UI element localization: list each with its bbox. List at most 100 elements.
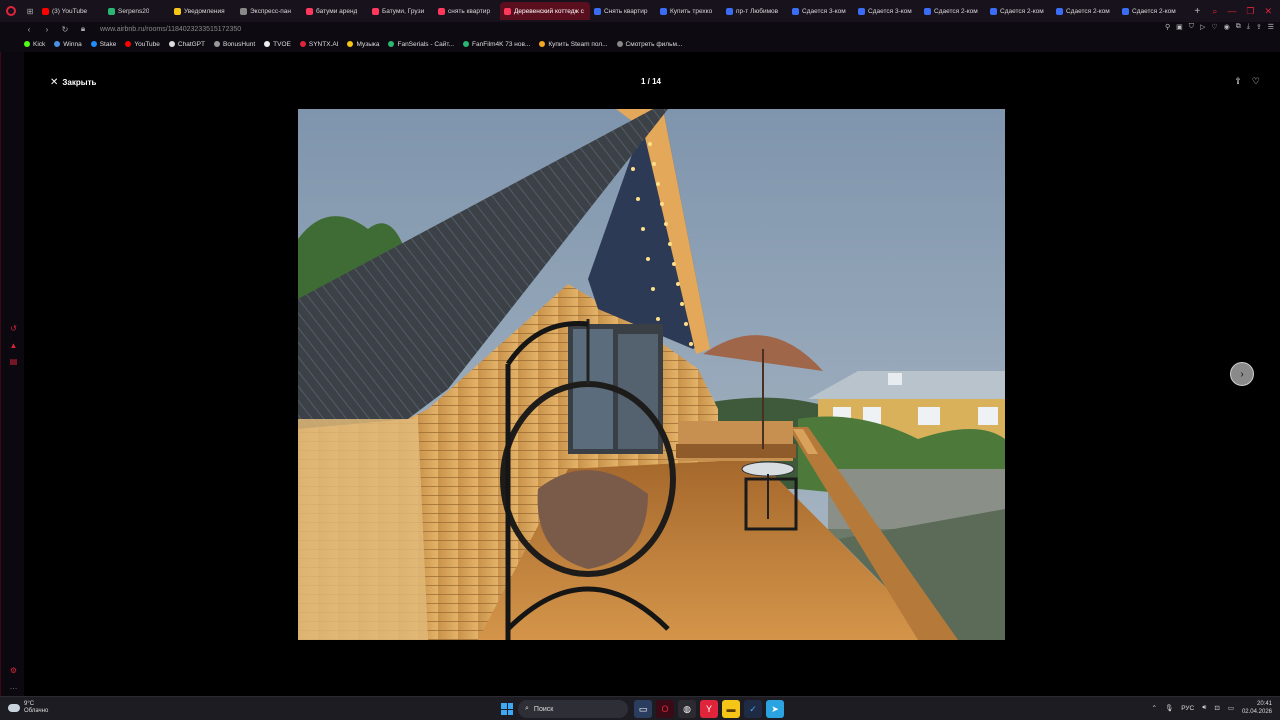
back-icon[interactable]: ‹	[24, 25, 34, 34]
bookmark-item[interactable]: Музыка	[347, 41, 379, 48]
telegram-icon[interactable]: ➤	[766, 700, 784, 718]
task-view-icon[interactable]: ▭	[634, 700, 652, 718]
extensions-icon[interactable]: ⧉	[1236, 23, 1241, 31]
tab-label: Сдается 2-ком	[1066, 7, 1110, 15]
browser-tab[interactable]: Снять квартир	[590, 2, 656, 20]
listing-photo	[298, 109, 1005, 640]
search-tabs-icon[interactable]: ⌕	[1212, 6, 1217, 17]
browser-tab[interactable]: Serpens20	[104, 2, 170, 20]
bookmark-item[interactable]: Смотреть фильм...	[616, 41, 682, 48]
bookmark-item[interactable]: TVOE	[264, 41, 291, 48]
close-viewer-button[interactable]: ✕ Закрыть	[50, 77, 96, 88]
bookmark-favicon-icon	[616, 41, 623, 47]
side-panel: ↺ ▲ ▤ ⚙ …	[0, 52, 24, 696]
chevron-right-icon: ›	[1240, 368, 1244, 380]
maximize-button[interactable]: ❐	[1246, 6, 1254, 17]
browser-tab[interactable]: Батуми, Грузи	[368, 2, 434, 20]
heart-icon[interactable]: ♡	[1211, 23, 1217, 31]
pin-icon[interactable]: ⚲	[1165, 23, 1170, 31]
opera-icon[interactable]: O	[656, 700, 674, 718]
folder-icon[interactable]: ▬	[722, 700, 740, 718]
profile-icon[interactable]: ◉	[1224, 23, 1230, 31]
play-icon[interactable]: ▷	[1200, 23, 1205, 31]
browser-tab[interactable]: Деревенский коттедж с	[500, 2, 590, 20]
history-icon[interactable]: ↺	[9, 324, 18, 333]
bookmark-item[interactable]: SYNTX.AI	[299, 40, 339, 48]
tab-label: (3) YouTube	[52, 7, 88, 15]
browser-tab[interactable]: Сдается 3-ком	[788, 2, 854, 20]
tab-label: Купить трехко	[670, 7, 713, 15]
forward-icon[interactable]: ›	[42, 25, 52, 34]
battery-icon[interactable]: ▭	[1228, 704, 1234, 712]
bookmark-item[interactable]: Stake	[90, 41, 116, 48]
bookmark-item[interactable]: Купить Steam пол...	[539, 41, 608, 48]
yandex-icon[interactable]: Y	[700, 700, 718, 718]
tab-overview-icon[interactable]: ⊞	[22, 7, 38, 16]
reload-icon[interactable]: ↻	[60, 25, 70, 34]
taskbar-search[interactable]: ⌕ Поиск	[518, 700, 628, 718]
new-tab-button[interactable]: +	[1190, 6, 1204, 17]
tab-strip: (3) YouTube Serpens20 Уведомления Экспресс-…	[38, 0, 1190, 22]
shield-icon[interactable]: ⛉	[1189, 23, 1194, 31]
tray-chevron-icon[interactable]: ⌃	[1152, 704, 1157, 712]
snapshot-icon[interactable]: ▣	[1176, 23, 1183, 31]
more-icon[interactable]: …	[9, 682, 18, 691]
steam-icon[interactable]: ◍	[678, 700, 696, 718]
todo-icon[interactable]: ✓	[744, 700, 762, 718]
tab-label: Экспресс-пан	[250, 7, 291, 15]
browser-tab[interactable]: Сдается 2-ком	[920, 2, 986, 20]
browser-tab[interactable]: снять квартир	[434, 2, 500, 20]
url-field[interactable]: www.airbnb.ru/rooms/1184023233515172350	[100, 26, 241, 33]
browser-tab[interactable]: Сдается 2-ком	[986, 2, 1052, 20]
close-window-button[interactable]: ✕	[1264, 6, 1272, 17]
tab-label: Уведомления	[184, 7, 225, 15]
tab-label: Сдается 2-ком	[934, 7, 978, 15]
bookmark-item[interactable]: Winna	[54, 41, 82, 48]
clock[interactable]: 20:41 02.04.2026	[1242, 700, 1272, 716]
share-icon[interactable]: ⇪	[1256, 23, 1262, 31]
start-button[interactable]	[501, 703, 513, 715]
wallet-icon[interactable]: ▤	[9, 357, 18, 366]
browser-tab[interactable]: батуми аренд	[302, 2, 368, 20]
bookmark-favicon-icon	[125, 41, 132, 47]
language-indicator[interactable]: РУС	[1181, 705, 1194, 712]
tab-label: Сдается 3-ком	[802, 7, 846, 15]
browser-tab[interactable]: Купить трехко	[656, 2, 722, 20]
browser-tab[interactable]: Экспресс-пан	[236, 2, 302, 20]
network-icon[interactable]: ⊡	[1214, 704, 1219, 712]
weather-widget[interactable]: 9°C Облачно	[8, 701, 48, 715]
download-icon[interactable]: ⤓	[1247, 23, 1250, 31]
bookmark-item[interactable]: YouTube	[125, 41, 160, 48]
bookmark-item[interactable]: Kick	[24, 41, 45, 48]
bookmark-item[interactable]: FanSerials - Сайт...	[388, 41, 454, 48]
browser-tab[interactable]: (3) YouTube	[38, 2, 104, 20]
tab-favicon-icon	[372, 7, 379, 15]
browser-tab[interactable]: Уведомления	[170, 2, 236, 20]
bookmark-favicon-icon	[24, 41, 30, 47]
bookmark-item[interactable]: FanFilm4K 73 нов...	[463, 41, 530, 48]
browser-tab[interactable]: Сдается 2-ком	[1052, 2, 1118, 20]
settings-icon[interactable]: ☰	[1268, 23, 1274, 31]
bookmark-label: Музыка	[356, 40, 380, 48]
taskbar-apps: ▭ O ◍ Y ▬ ✓ ➤	[634, 700, 784, 718]
browser-tab[interactable]: пр-т Любимов	[722, 2, 788, 20]
share-photo-icon[interactable]: ⇪	[1234, 76, 1242, 87]
save-heart-icon[interactable]: ♡	[1252, 76, 1260, 87]
minimize-button[interactable]: —	[1227, 6, 1236, 17]
microphone-icon[interactable]: 🎙︎	[1165, 704, 1173, 712]
bookmark-label: SYNTX.AI	[308, 40, 339, 48]
browser-tab[interactable]: Сдается 3-ком	[854, 2, 920, 20]
bookmark-item[interactable]: BonusHunt	[213, 41, 255, 48]
browser-tab[interactable]: Сдается 2-ком	[1118, 2, 1184, 20]
bookmark-favicon-icon	[54, 41, 61, 47]
tab-favicon-icon	[504, 7, 511, 15]
volume-icon[interactable]: 🔊︎	[1202, 704, 1206, 712]
bookmark-item[interactable]: ChatGPT	[168, 41, 205, 48]
tab-favicon-icon	[660, 7, 667, 15]
sidebar-settings-icon[interactable]: ⚙	[9, 666, 18, 675]
bag-icon[interactable]: ▲	[9, 341, 18, 350]
tab-favicon-icon	[594, 7, 601, 15]
opera-menu-button[interactable]	[0, 0, 22, 22]
next-photo-button[interactable]: ›	[1230, 362, 1254, 386]
weather-desc: Облачно	[24, 708, 49, 714]
